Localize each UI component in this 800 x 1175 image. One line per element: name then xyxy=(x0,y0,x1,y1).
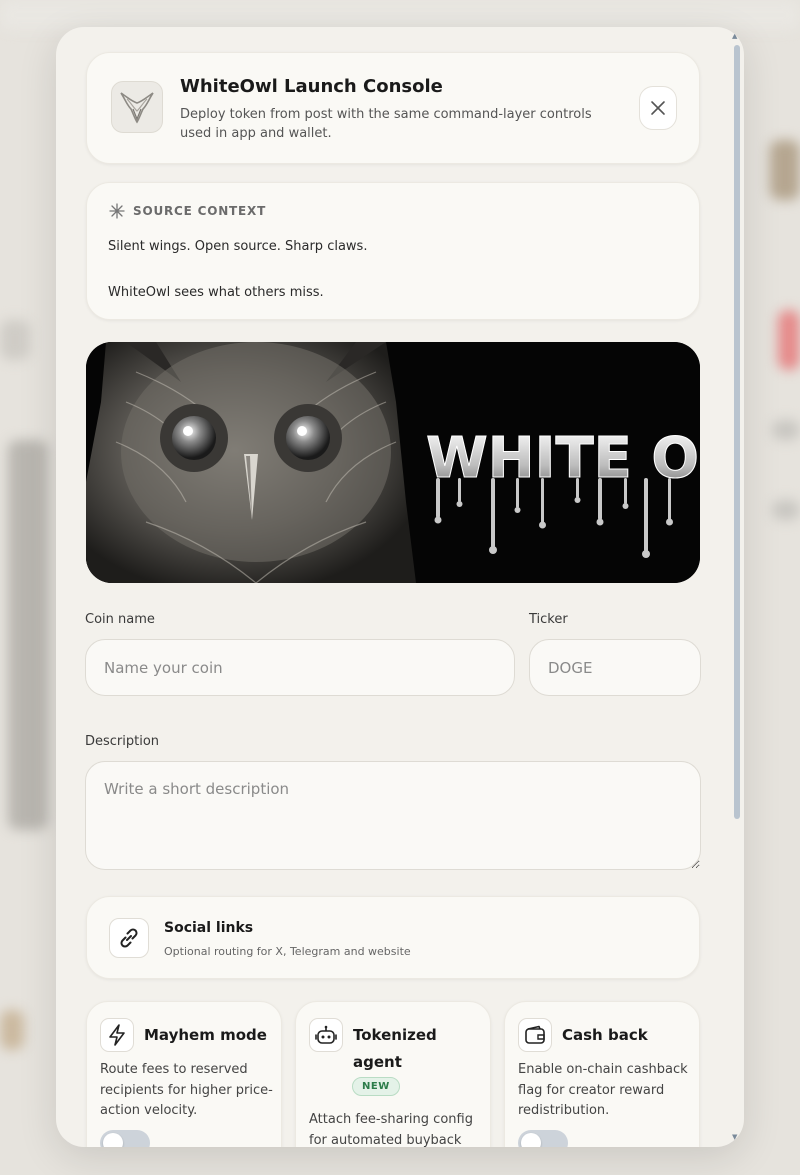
scroll-thumb[interactable] xyxy=(734,45,740,819)
ticker-label: Ticker xyxy=(529,612,568,627)
modal-header: WhiteOwl Launch Console Deploy token fro… xyxy=(86,52,700,164)
feature-description: Attach fee-sharing config for automated … xyxy=(309,1112,473,1147)
coin-name-input[interactable] xyxy=(85,639,515,696)
feature-title: Cash back xyxy=(562,1026,648,1044)
social-links-card[interactable]: Social links Optional routing for X, Tel… xyxy=(86,896,700,979)
scroll-down-arrow-icon[interactable]: ▼ xyxy=(732,1134,737,1141)
token-banner-image: WHITE OWL xyxy=(86,342,700,583)
feature-icon-box xyxy=(518,1018,552,1052)
new-badge: NEW xyxy=(352,1077,400,1096)
owl-logo-icon xyxy=(120,92,154,124)
close-icon xyxy=(651,101,665,115)
whiteowl-logo xyxy=(111,81,163,133)
link-icon xyxy=(120,928,138,948)
social-links-title: Social links xyxy=(164,920,254,936)
feature-icon-box xyxy=(309,1018,343,1052)
wallet-icon xyxy=(525,1025,545,1044)
feature-description: Enable on-chain cashback flag for creato… xyxy=(518,1062,688,1118)
mayhem-mode-toggle[interactable] xyxy=(100,1130,150,1147)
ticker-input[interactable] xyxy=(529,639,701,696)
feature-card-cash-back: Cash back Enable on-chain cashback flag … xyxy=(504,1001,700,1147)
feature-card-mayhem: Mayhem mode Route fees to reserved recip… xyxy=(86,1001,282,1147)
sparkle-icon xyxy=(109,203,125,219)
modal-scrollbar[interactable]: ▲ ▼ xyxy=(730,33,742,1141)
owl-banner-illustration: WHITE OWL xyxy=(86,342,700,583)
coin-name-label: Coin name xyxy=(85,612,155,627)
feature-description: Route fees to reserved recipients for hi… xyxy=(100,1062,273,1118)
source-context-title: SOURCE CONTEXT xyxy=(133,204,267,218)
source-context-heading: SOURCE CONTEXT xyxy=(109,203,266,219)
robot-icon xyxy=(315,1025,337,1044)
modal-subtitle: Deploy token from post with the same com… xyxy=(180,107,592,141)
feature-title: Mayhem mode xyxy=(144,1026,267,1044)
feature-title: Tokenized agent xyxy=(353,1026,437,1071)
banner-text: WHITE OWL xyxy=(426,426,700,491)
social-links-icon-box xyxy=(109,918,149,958)
social-links-subtitle: Optional routing for X, Telegram and web… xyxy=(164,945,411,958)
feature-card-tokenized-agent: Tokenized agent NEW Attach fee-sharing c… xyxy=(295,1001,491,1147)
description-textarea[interactable] xyxy=(85,761,701,870)
source-context-line-1: Silent wings. Open source. Sharp claws. xyxy=(108,239,368,254)
launch-console-modal: WhiteOwl Launch Console Deploy token fro… xyxy=(56,27,744,1147)
scroll-up-arrow-icon[interactable]: ▲ xyxy=(732,33,737,40)
source-context-card: SOURCE CONTEXT Silent wings. Open source… xyxy=(86,182,700,320)
cash-back-toggle[interactable] xyxy=(518,1130,568,1147)
close-button[interactable] xyxy=(639,86,677,130)
modal-title: WhiteOwl Launch Console xyxy=(180,76,443,97)
lightning-icon xyxy=(109,1024,125,1046)
description-label: Description xyxy=(85,734,160,749)
feature-icon-box xyxy=(100,1018,134,1052)
source-context-line-2: WhiteOwl sees what others miss. xyxy=(108,285,324,300)
